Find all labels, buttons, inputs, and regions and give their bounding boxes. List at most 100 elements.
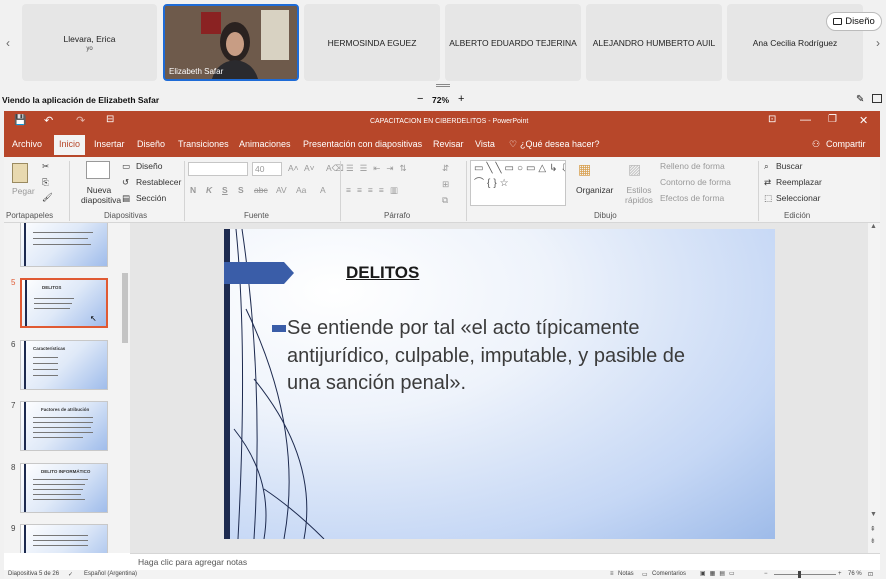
smartart-icon[interactable]: ⧉: [442, 195, 448, 206]
slide-title[interactable]: DELITOS: [346, 263, 419, 283]
zoom-slider-thumb[interactable]: [798, 571, 801, 578]
thumbnails-scrollbar[interactable]: [121, 223, 130, 553]
reset-button[interactable]: Restablecer: [136, 177, 181, 187]
customize-toolbar-icon[interactable]: ⊟: [106, 114, 114, 125]
slide-scrollbar[interactable]: ▲ ▼ ⇞ ⇟: [868, 223, 880, 553]
align-text-icon[interactable]: ⊞: [442, 179, 449, 190]
cut-icon[interactable]: ✂: [42, 161, 49, 172]
zoom-in-button[interactable]: +: [458, 93, 464, 105]
previous-slide-icon[interactable]: ⇞: [870, 525, 876, 533]
new-slide-icon[interactable]: [86, 161, 110, 179]
undo-icon[interactable]: ↶: [44, 114, 53, 127]
comments-button[interactable]: Comentarios: [652, 571, 686, 577]
tab-insertar[interactable]: Insertar: [94, 139, 125, 149]
replace-button[interactable]: Reemplazar: [776, 177, 822, 187]
slide[interactable]: DELITOS Se entiende por tal «el acto típ…: [224, 229, 775, 539]
participant-tile-erica[interactable]: Llevara, Erica yo: [22, 4, 157, 81]
ribbon-display-icon[interactable]: ⊡: [768, 114, 776, 125]
shrink-font-icon[interactable]: A˅: [304, 163, 315, 173]
zoom-out-icon[interactable]: −: [764, 571, 768, 577]
restore-icon[interactable]: ❐: [828, 114, 837, 125]
find-icon: ⌕: [764, 161, 769, 171]
popout-icon[interactable]: [872, 94, 882, 103]
view-buttons[interactable]: ▣▦▤▭: [700, 570, 739, 577]
shapes-gallery[interactable]: ▭╲╲▭○▭△↳⇩⇨⇧⟳⌒⌒ ⌒{}☆: [470, 160, 566, 206]
tab-animaciones[interactable]: Animaciones: [239, 139, 291, 149]
next-slide-icon[interactable]: ⇟: [870, 537, 876, 545]
prev-participants-button[interactable]: ‹: [2, 36, 14, 50]
thumb-text-line: [33, 357, 58, 358]
resize-handle[interactable]: [436, 84, 450, 87]
font-name-box[interactable]: [188, 162, 248, 176]
participant-tile-alejandro[interactable]: ALEJANDRO HUMBERTO AUIL: [586, 4, 722, 81]
align-buttons[interactable]: ≡≡≡≡▥: [346, 185, 404, 196]
text-direction-icon[interactable]: ⇵: [442, 163, 449, 174]
paste-button[interactable]: Pegar: [12, 186, 35, 196]
next-participants-button[interactable]: ›: [872, 36, 884, 50]
shape-fill-button[interactable]: Relleno de forma: [660, 161, 725, 171]
strikethrough-button[interactable]: abc: [254, 185, 268, 195]
save-icon[interactable]: 💾: [14, 115, 26, 126]
italic-button[interactable]: K: [206, 185, 212, 195]
copy-icon[interactable]: ⎘: [42, 177, 49, 188]
new-slide-button[interactable]: Nueva diapositiva: [81, 185, 121, 205]
scroll-thumb[interactable]: [122, 273, 128, 343]
redo-icon[interactable]: ↷: [76, 114, 85, 127]
tab-revisar[interactable]: Revisar: [433, 139, 464, 149]
slide-thumbnail[interactable]: [20, 223, 108, 267]
paste-icon[interactable]: [12, 163, 28, 183]
minimize-icon[interactable]: —: [800, 114, 811, 126]
participant-tile-alberto[interactable]: ALBERTO EDUARDO TEJERINA: [445, 4, 581, 81]
clear-format-icon[interactable]: A⌫: [326, 163, 344, 174]
share-button[interactable]: Compartir: [826, 139, 866, 149]
close-icon[interactable]: ✕: [859, 114, 868, 127]
notes-button[interactable]: Notas: [618, 571, 634, 577]
zoom-in-icon[interactable]: +: [838, 571, 842, 577]
tab-archivo[interactable]: Archivo: [12, 139, 42, 149]
arrange-button[interactable]: Organizar: [576, 185, 613, 195]
zoom-percent[interactable]: 76 %: [848, 571, 862, 577]
grow-font-icon[interactable]: A˄: [288, 163, 299, 173]
zoom-out-button[interactable]: −: [417, 93, 423, 105]
spellcheck-icon[interactable]: ✓: [68, 571, 73, 578]
language-indicator[interactable]: Español (Argentina): [84, 571, 137, 577]
tab-presentacion[interactable]: Presentación con diapositivas: [303, 139, 422, 149]
underline-button[interactable]: S: [222, 185, 228, 195]
shape-outline-button[interactable]: Contorno de forma: [660, 177, 731, 187]
tell-me-search[interactable]: ¿Qué desea hacer?: [520, 139, 600, 149]
section-button[interactable]: Sección: [136, 193, 166, 203]
slide-thumbnail[interactable]: [20, 524, 108, 553]
slide-thumbnail-selected[interactable]: DELITOS ↖: [20, 278, 108, 328]
participant-video-elizabeth[interactable]: Elizabeth Safar: [163, 4, 299, 81]
tab-inicio[interactable]: Inicio: [54, 135, 86, 155]
participant-tile-hermosinda[interactable]: HERMOSINDA EGUEZ: [304, 4, 440, 81]
slide-thumbnail[interactable]: Factores de atribución: [20, 401, 108, 451]
zoom-slider[interactable]: [774, 574, 836, 575]
tab-vista[interactable]: Vista: [475, 139, 495, 149]
list-buttons[interactable]: ☰☰⇤⇥⇅: [346, 163, 413, 174]
scroll-down-icon[interactable]: ▼: [870, 511, 877, 518]
notes-pane[interactable]: Haga clic para agregar notas: [130, 553, 880, 570]
viewing-label: Viendo la aplicación de Elizabeth Safar: [2, 95, 160, 105]
annotate-icon[interactable]: ✎: [856, 94, 864, 105]
fit-slide-icon[interactable]: ⊡: [868, 571, 873, 578]
font-size-box[interactable]: 40: [252, 162, 282, 176]
quick-styles-button[interactable]: Estilos rápidos: [624, 185, 654, 205]
design-button[interactable]: Diseño: [826, 12, 882, 31]
font-color-icon[interactable]: A: [320, 185, 326, 195]
bold-button[interactable]: N: [190, 185, 196, 195]
format-painter-icon[interactable]: 🖌: [42, 192, 53, 203]
scroll-up-icon[interactable]: ▲: [870, 223, 877, 230]
change-case-icon[interactable]: Aa: [296, 185, 306, 195]
slide-body-text[interactable]: Se entiende por tal «el acto típicamente…: [287, 315, 687, 398]
shape-effects-button[interactable]: Efectos de forma: [660, 193, 724, 203]
tab-transiciones[interactable]: Transiciones: [178, 139, 229, 149]
slide-thumbnail[interactable]: Características: [20, 340, 108, 390]
slide-thumbnail[interactable]: DELITO INFORMÁTICO: [20, 463, 108, 513]
find-button[interactable]: Buscar: [776, 161, 802, 171]
layout-button[interactable]: Diseño: [136, 161, 162, 171]
shadow-button[interactable]: S: [238, 185, 244, 195]
char-spacing-icon[interactable]: AV: [276, 185, 287, 195]
select-button[interactable]: Seleccionar: [776, 193, 820, 203]
tab-diseno[interactable]: Diseño: [137, 139, 165, 149]
